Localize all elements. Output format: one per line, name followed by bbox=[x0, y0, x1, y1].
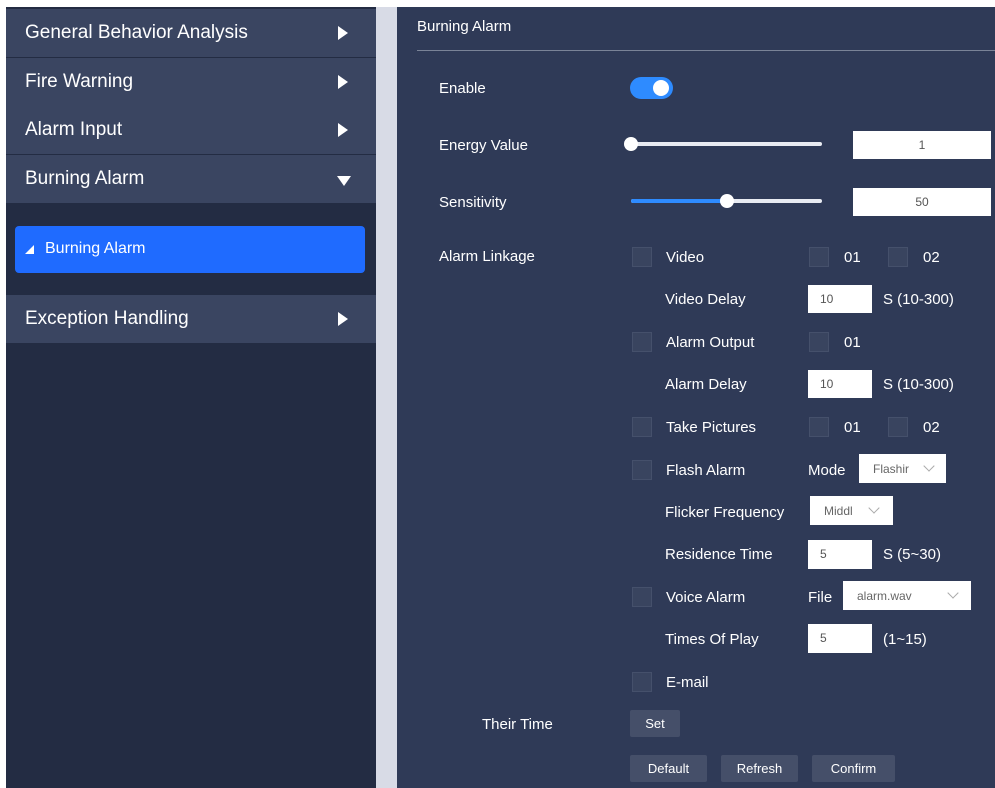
alarm-output-checkbox[interactable] bbox=[632, 332, 652, 352]
sidebar-item-burning-alarm[interactable]: Burning Alarm bbox=[6, 155, 376, 203]
alarm-delay-label: Alarm Delay bbox=[665, 376, 747, 393]
video-ch2-checkbox[interactable] bbox=[888, 247, 908, 267]
their-time-label: Their Time bbox=[482, 716, 553, 733]
confirm-button[interactable]: Confirm bbox=[812, 755, 895, 782]
sidebar-item-label: Fire Warning bbox=[25, 71, 134, 92]
video-delay-label: Video Delay bbox=[665, 291, 746, 308]
alarm-output-ch1-label: 01 bbox=[844, 334, 861, 351]
flicker-frequency-value: Middl bbox=[824, 504, 853, 518]
alarm-delay-input[interactable]: 10 bbox=[808, 370, 872, 398]
sidebar-item-general-behavior-analysis[interactable]: General Behavior Analysis bbox=[6, 9, 376, 57]
video-ch2-label: 02 bbox=[923, 249, 940, 266]
voice-alarm-checkbox[interactable] bbox=[632, 587, 652, 607]
video-checkbox[interactable] bbox=[632, 247, 652, 267]
sidebar-item-fire-warning[interactable]: Fire Warning bbox=[6, 58, 376, 106]
alarm-output-label: Alarm Output bbox=[666, 334, 755, 351]
flash-alarm-label: Flash Alarm bbox=[666, 462, 746, 479]
take-pictures-label: Take Pictures bbox=[666, 419, 757, 436]
sensitivity-label: Sensitivity bbox=[439, 194, 507, 211]
voice-file-select[interactable]: alarm.wav bbox=[843, 581, 971, 610]
alarm-delay-unit: S (10-300) bbox=[883, 376, 954, 393]
chevron-down-icon bbox=[868, 502, 880, 514]
video-delay-unit: S (10-300) bbox=[883, 291, 954, 308]
email-checkbox[interactable] bbox=[632, 672, 652, 692]
divider bbox=[376, 7, 397, 788]
residence-time-input[interactable]: 5 bbox=[808, 540, 872, 569]
take-pictures-checkbox[interactable] bbox=[632, 417, 652, 437]
sidebar-subitem-burning-alarm[interactable]: Burning Alarm bbox=[15, 226, 365, 273]
take-pictures-ch2-checkbox[interactable] bbox=[888, 417, 908, 437]
expanded-triangle-icon bbox=[25, 245, 34, 254]
energy-slider[interactable] bbox=[624, 137, 822, 151]
caret-right-icon bbox=[338, 312, 348, 326]
alarm-output-ch1-checkbox[interactable] bbox=[809, 332, 829, 352]
voice-file-value: alarm.wav bbox=[857, 589, 912, 603]
slider-fill bbox=[631, 199, 727, 203]
take-pictures-ch1-checkbox[interactable] bbox=[809, 417, 829, 437]
toggle-knob bbox=[653, 80, 669, 96]
alarm-linkage-label: Alarm Linkage bbox=[439, 248, 535, 265]
times-of-play-label: Times Of Play bbox=[665, 631, 759, 648]
video-delay-input[interactable]: 10 bbox=[808, 285, 872, 313]
slider-thumb[interactable] bbox=[720, 194, 734, 208]
energy-value-label: Energy Value bbox=[439, 137, 528, 154]
video-ch1-label: 01 bbox=[844, 249, 861, 266]
sensitivity-value-input[interactable]: 50 bbox=[853, 188, 991, 216]
sidebar-item-exception-handling[interactable]: Exception Handling bbox=[6, 295, 376, 343]
times-of-play-input[interactable]: 5 bbox=[808, 624, 872, 653]
video-label: Video bbox=[666, 249, 705, 266]
mode-label: Mode bbox=[808, 462, 846, 479]
sidebar-item-label: Alarm Input bbox=[25, 119, 123, 140]
sidebar-subitem-label: Burning Alarm bbox=[45, 240, 146, 257]
email-label: E-mail bbox=[666, 674, 709, 691]
refresh-button[interactable]: Refresh bbox=[721, 755, 798, 782]
enable-toggle[interactable] bbox=[630, 77, 673, 99]
page-title: Burning Alarm bbox=[417, 18, 512, 35]
sidebar-item-alarm-input[interactable]: Alarm Input bbox=[6, 106, 376, 154]
enable-label: Enable bbox=[439, 80, 486, 97]
mode-select[interactable]: Flashir bbox=[859, 454, 946, 483]
sidebar-item-label: General Behavior Analysis bbox=[25, 22, 248, 43]
sidebar-item-label: Burning Alarm bbox=[25, 168, 145, 189]
default-button[interactable]: Default bbox=[630, 755, 707, 782]
slider-thumb[interactable] bbox=[624, 137, 638, 151]
video-ch1-checkbox[interactable] bbox=[809, 247, 829, 267]
flash-alarm-checkbox[interactable] bbox=[632, 460, 652, 480]
residence-time-unit: S (5~30) bbox=[883, 546, 941, 563]
set-button[interactable]: Set bbox=[630, 710, 680, 737]
settings-panel: Burning Alarm Enable Energy Value 1 Sens… bbox=[397, 7, 995, 788]
times-of-play-unit: (1~15) bbox=[883, 631, 927, 648]
mode-select-value: Flashir bbox=[873, 462, 910, 476]
voice-alarm-label: Voice Alarm bbox=[666, 589, 746, 606]
sensitivity-slider[interactable] bbox=[631, 194, 822, 208]
sidebar: General Behavior Analysis Fire Warning A… bbox=[6, 7, 376, 788]
title-divider bbox=[417, 50, 995, 51]
residence-time-label: Residence Time bbox=[665, 546, 773, 563]
energy-value-input[interactable]: 1 bbox=[853, 131, 991, 159]
flicker-frequency-label: Flicker Frequency bbox=[665, 504, 785, 521]
caret-right-icon bbox=[338, 26, 348, 40]
chevron-down-icon bbox=[923, 460, 935, 472]
caret-right-icon bbox=[338, 123, 348, 137]
take-pictures-ch1-label: 01 bbox=[844, 419, 861, 436]
flicker-frequency-select[interactable]: Middl bbox=[810, 496, 893, 525]
take-pictures-ch2-label: 02 bbox=[923, 419, 940, 436]
sidebar-item-label: Exception Handling bbox=[25, 308, 189, 329]
caret-right-icon bbox=[338, 75, 348, 89]
file-label: File bbox=[808, 589, 833, 606]
chevron-down-icon bbox=[947, 587, 959, 599]
caret-down-icon bbox=[337, 176, 351, 186]
